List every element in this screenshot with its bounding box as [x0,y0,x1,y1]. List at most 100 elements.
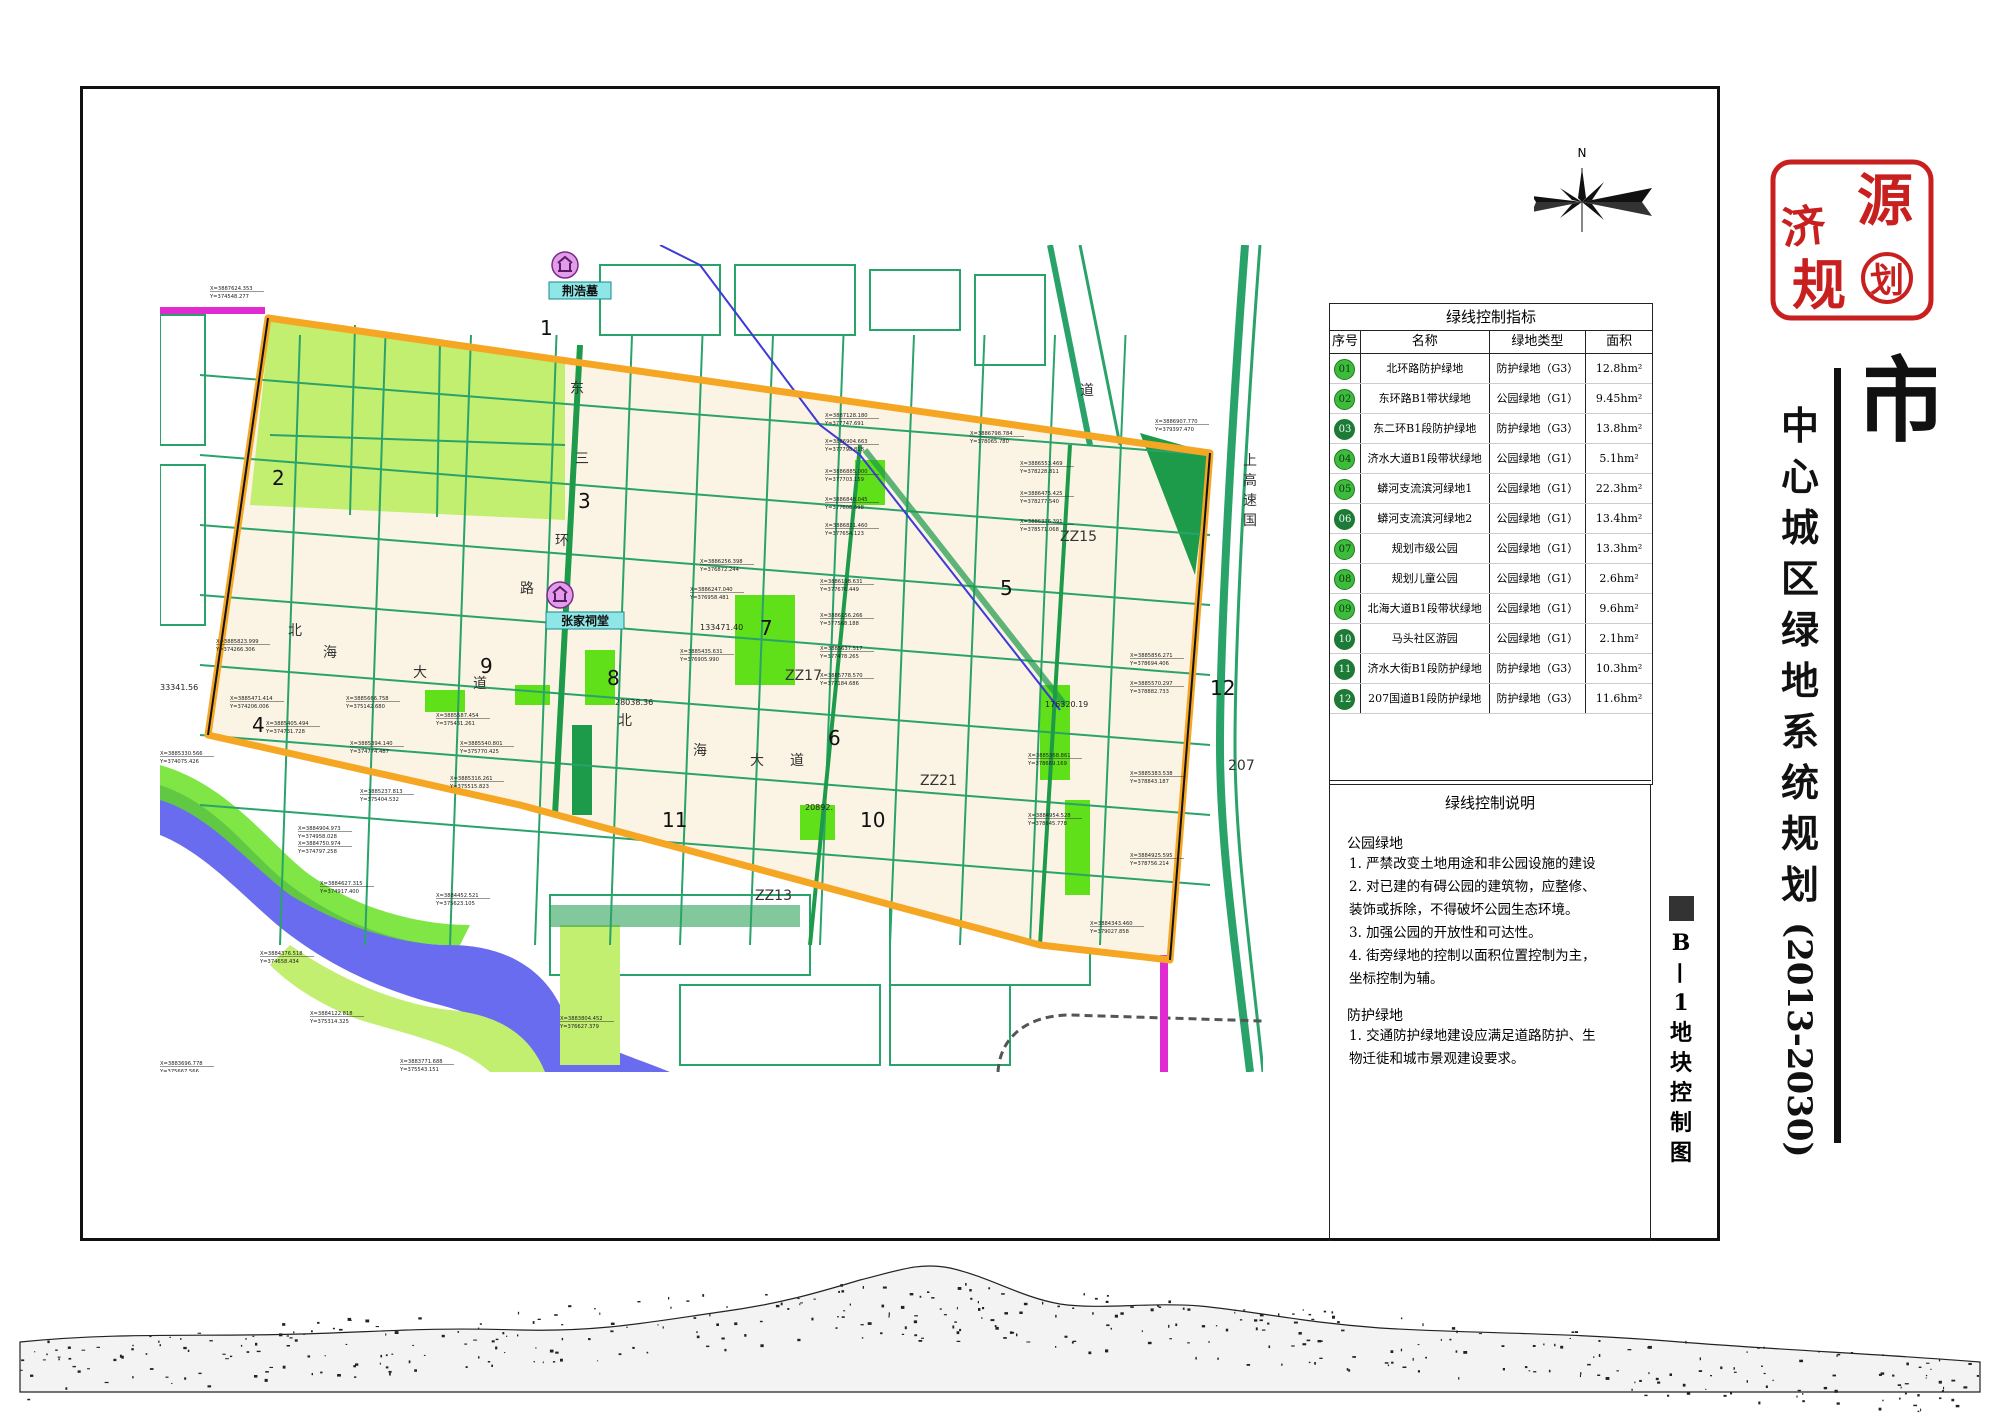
sheet-char: 块 [1669,1050,1692,1076]
area-label: 133471.40 [700,623,743,632]
table-row: 02 东环路B1带状绿地 公园绿地（G1） 9.45hm² [1330,384,1652,414]
road-label: ZZ21 [920,773,957,789]
coord-y: Y=374658.434 [259,959,300,965]
coord-y: Y=377798.818 [824,447,864,453]
row-no: 08 [1330,564,1361,593]
table-body: 01 北环路防护绿地 防护绿地（G3） 12.8hm² 02 东环路B1带状绿地 公园绿地（… [1330,354,1652,784]
coord-x: X=3886198.631 [820,579,863,585]
seal-char: 划 [1870,261,1904,301]
city-char-text: 市 [1866,347,1936,455]
title-char: 划 [1780,862,1819,907]
row-type: 公园绿地（G1） [1490,594,1587,623]
seal-char: 济 [1779,200,1829,255]
row-badge: 03 [1334,418,1356,440]
row-area: 2.6hm² [1599,572,1639,585]
table-row: 03 东二环B1段防护绿地 防护绿地（G3） 13.8hm² [1330,414,1652,444]
note-item: 装饰或拆除，不得破坏公园生态环境。 [1349,902,1579,918]
row-area: 13.4hm² [1595,512,1643,525]
sheet-char: 图 [1669,1140,1692,1166]
coord-x: X=3886156.266 [820,613,863,619]
coord-x: X=3887624.353 [210,286,253,292]
coord-x: X=3887128.180 [825,413,868,419]
block-number: 12 [1210,676,1235,700]
coord-x: X=3886848.045 [825,497,868,503]
row-no: 04 [1330,444,1361,473]
road-label: 海 [323,645,337,661]
row-name: 马头社区游园 [1361,624,1490,653]
coord-y: Y=377184.686 [819,681,859,687]
row-area: 12.8hm² [1595,362,1643,375]
area-label: 176320.19 [1045,700,1088,709]
road-label: 国 [1243,513,1257,529]
row-area: 13.8hm² [1595,422,1643,435]
coord-x: X=3886904.663 [825,439,868,445]
coord-y: Y=378843.187 [1129,779,1169,785]
coord-y: Y=375314.325 [309,1019,349,1025]
road-label: 环 [555,533,569,549]
table-row: 01 北环路防护绿地 防护绿地（G3） 12.8hm² [1330,354,1652,384]
road-label: 东 [570,381,584,397]
row-name: 规划儿童公园 [1361,564,1490,593]
title-char: 地 [1780,658,1819,703]
park-lower-green [560,925,620,1065]
road-mark-pink-nw [160,307,265,314]
coord-x: X=3885637.517 [820,646,863,652]
coord-y: Y=377608.698 [824,505,864,511]
row-badge: 11 [1334,658,1356,680]
coord-x: X=3883771.688 [400,1059,443,1065]
row-type: 防护绿地（G3） [1490,354,1587,383]
green-belt-lower [550,905,800,927]
row-area: 11.6hm² [1595,692,1643,705]
row-name: 济水大道B1段带状绿地 [1361,444,1490,473]
coord-x: X=3885368.861 [1028,753,1071,759]
coord-y: Y=378065.780 [969,439,1009,445]
sheet-char: B [1671,930,1691,956]
row-badge: 09 [1334,598,1356,620]
block-number: 5 [1000,576,1013,600]
coord-y: Y=375623.105 [435,901,475,907]
coord-y: Y=377703.159 [824,477,864,483]
coord-x: X=3885570.297 [1130,681,1173,687]
block-number: 8 [607,666,620,690]
note-item: 4. 街旁绿地的控制以面积位置控制为主， [1349,948,1596,964]
table-row: 09 北海大道B1段带状绿地 公园绿地（G1） 9.6hm² [1330,594,1652,624]
row-no: 07 [1330,534,1361,563]
area-label: 33341.56 [160,683,198,692]
title-char: 区 [1780,556,1819,601]
row-type: 公园绿地（G1） [1490,504,1587,533]
coord-y: Y=377747.691 [824,421,864,427]
coord-y: Y=375404.532 [359,797,399,803]
table-row: 07 规划市级公园 公园绿地（G1） 13.3hm² [1330,534,1652,564]
coord-x: X=3885540.801 [460,741,503,747]
row-no: 06 [1330,504,1361,533]
sheet-marker-square [1669,896,1694,921]
coord-x: X=3885823.999 [216,639,259,645]
row-no: 05 [1330,474,1361,503]
coord-y: Y=377676.449 [819,587,859,593]
header-type: 绿地类型 [1490,331,1587,353]
row-name: 蟒河支流滨河绿地1 [1361,474,1490,503]
table-caption: 绿线控制指标 [1330,304,1652,331]
row-type: 公园绿地（G1） [1490,474,1587,503]
coord-x: X=3886907.770 [1155,419,1198,425]
coord-y: Y=376872.244 [699,567,740,573]
coord-x: X=3886475.425 [1020,491,1063,497]
row-badge: 07 [1334,538,1356,560]
row-area: 2.1hm² [1599,632,1639,645]
row-type: 公园绿地（G1） [1490,564,1587,593]
coord-y: Y=374548.277 [209,294,249,300]
coord-x: X=3885778.570 [820,673,863,679]
years-text: (2013-2030) [1779,922,1819,1158]
road-label: 高 [1243,472,1257,489]
title-char: 城 [1780,505,1819,550]
title-char: 绿 [1780,607,1819,652]
row-badge: 12 [1334,688,1356,710]
coord-y: Y=377568.188 [819,621,859,627]
road-label: ZZ13 [755,888,792,904]
title-years: (2013-2030) [1776,922,1826,1162]
seal-char: 规 [1792,253,1846,317]
row-area: 13.3hm² [1595,542,1643,555]
coord-y: Y=376958.481 [689,595,729,601]
coord-x: X=3886798.784 [970,431,1013,437]
notes-title: 绿线控制说明 [1444,794,1535,812]
